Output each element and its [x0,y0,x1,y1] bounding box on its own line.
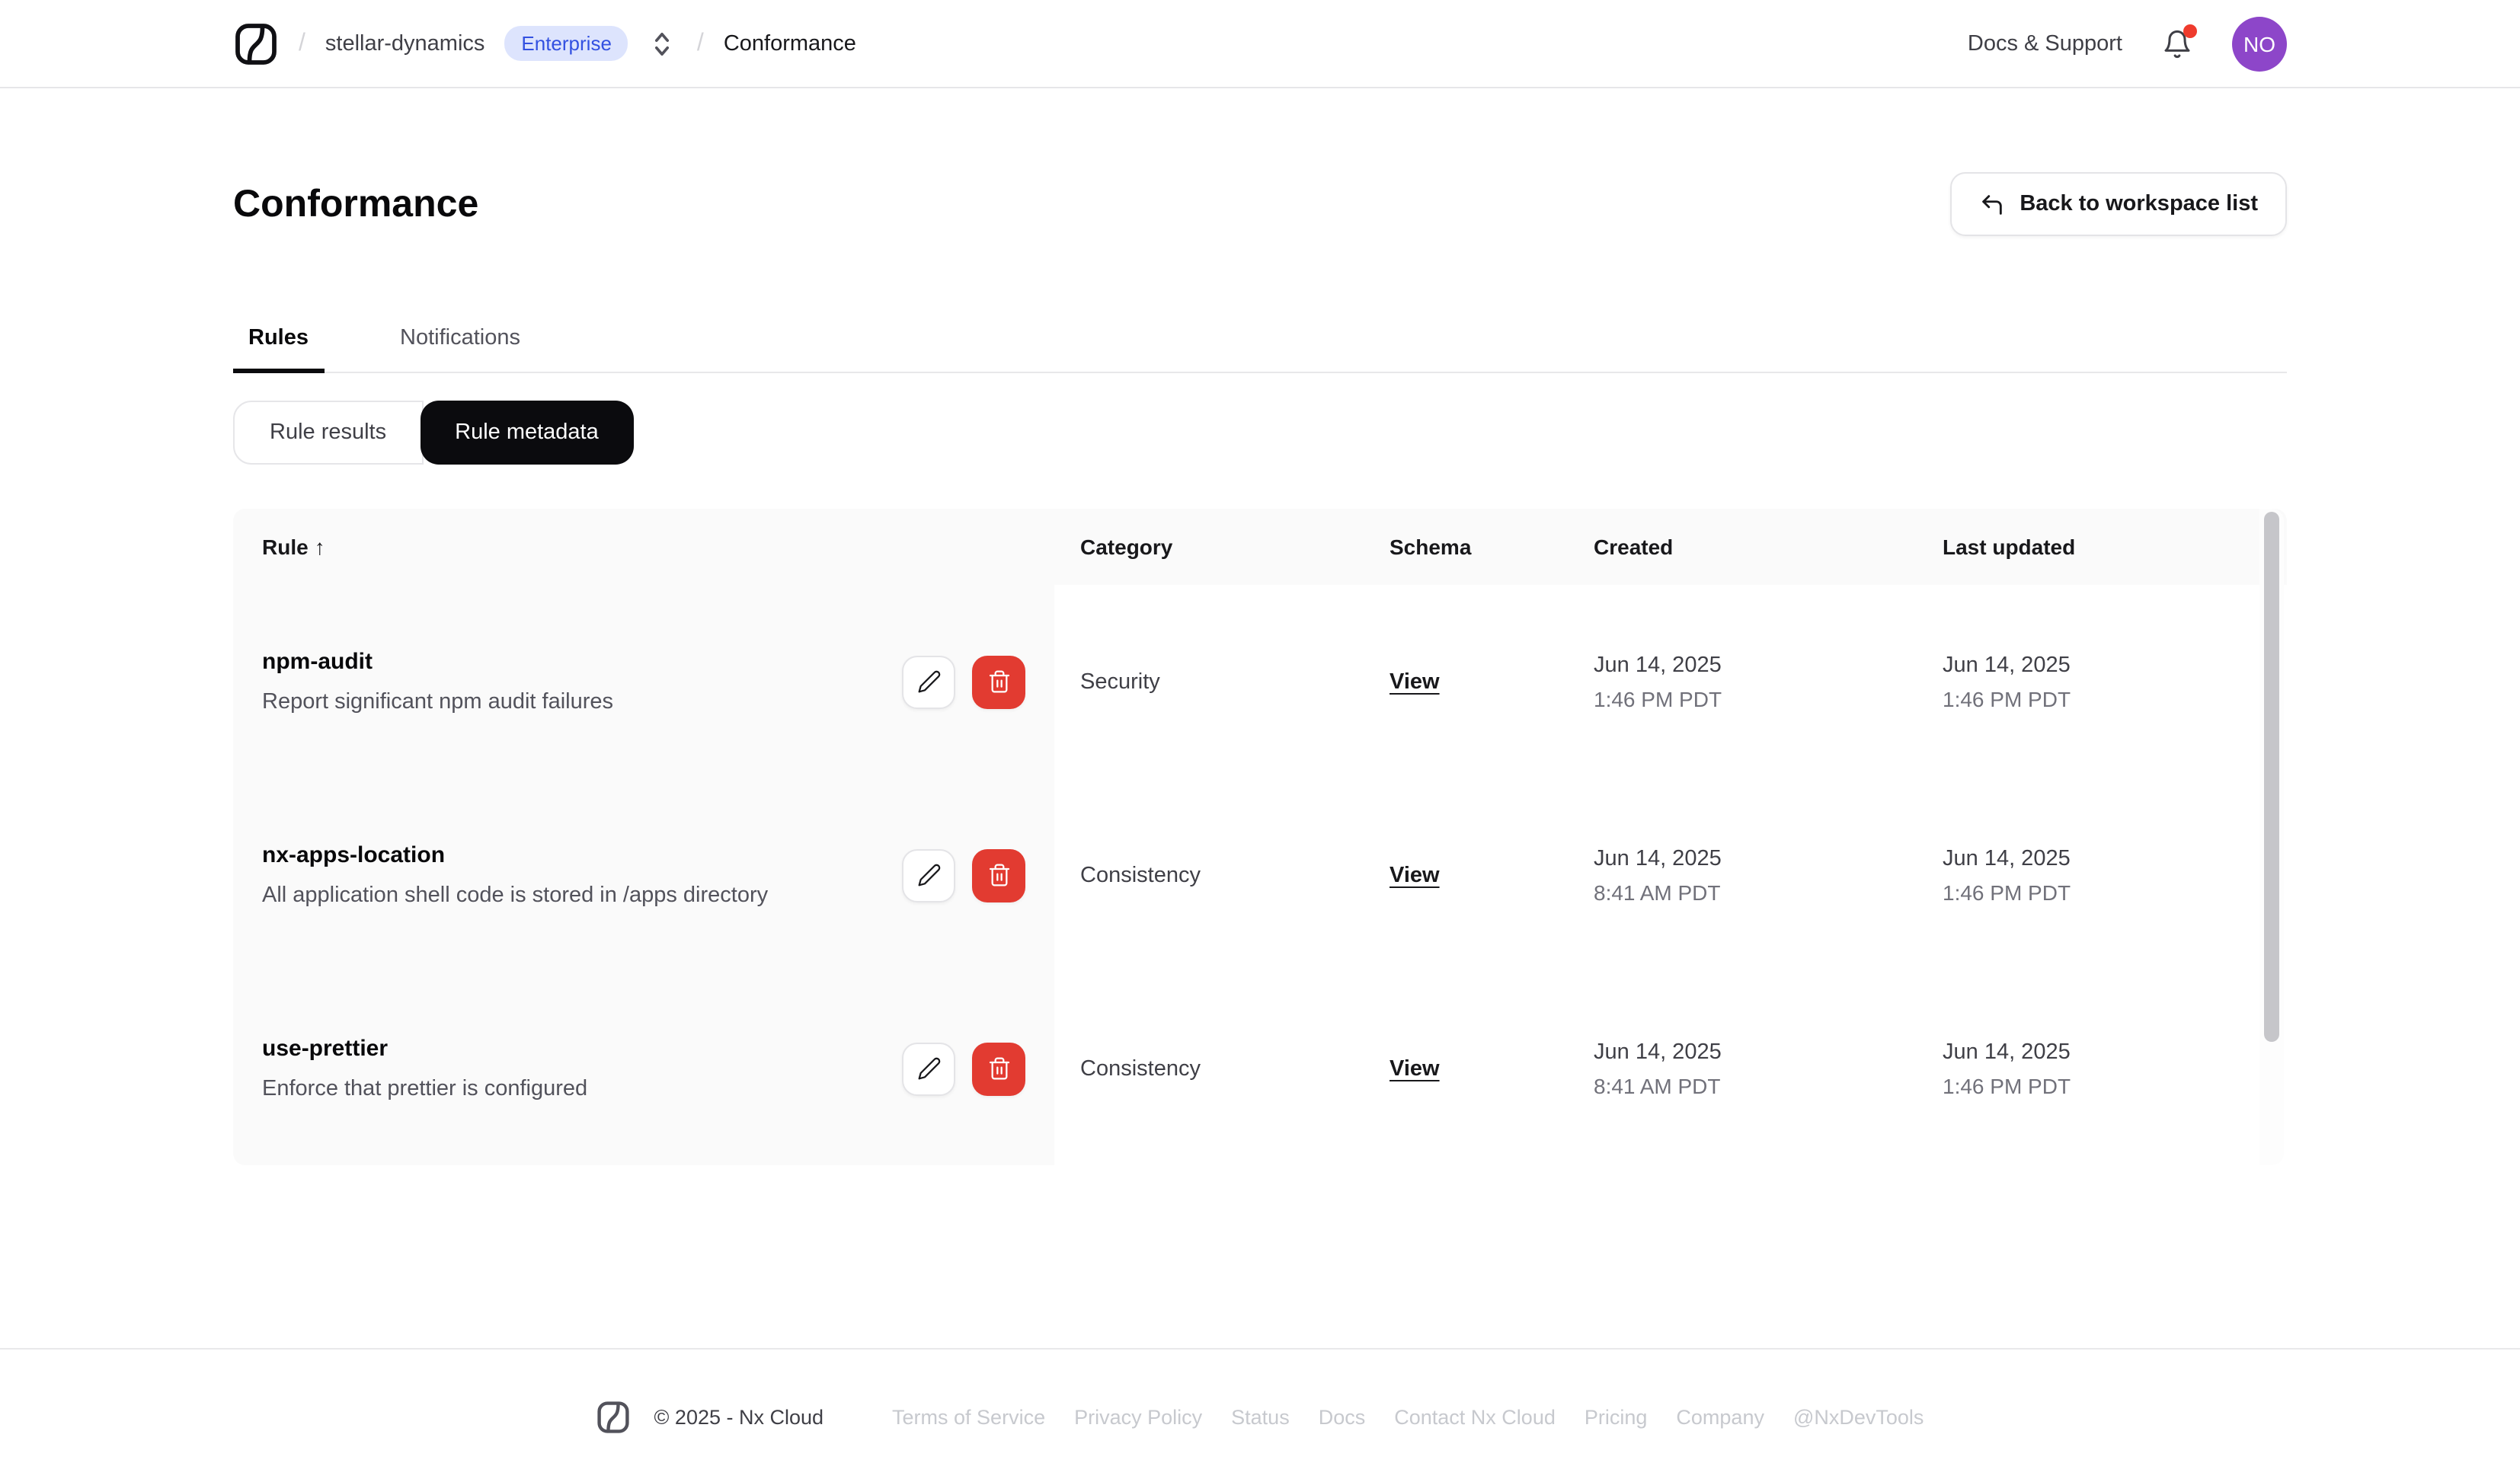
created-cell: Jun 14, 2025 8:41 AM PDT [1568,1040,1917,1097]
column-header-category: Category [1080,535,1173,559]
last-updated-cell: Jun 14, 2025 1:46 PM PDT [1917,1040,2287,1097]
breadcrumb-separator: / [299,30,305,56]
topbar: / stellar-dynamics Enterprise / Conforma… [0,0,2520,88]
updated-time: 1:46 PM PDT [1943,1073,2071,1097]
schema-cell: View [1364,669,1568,694]
category-cell: Security [1080,669,1160,694]
column-header-rule[interactable]: Rule ↑ [233,535,1054,559]
back-to-workspace-list-button[interactable]: Back to workspace list [1949,172,2287,236]
copyright-text: © 2025 - Nx Cloud [654,1406,824,1429]
tab-bar: Rules Notifications [233,326,2287,373]
footer-link[interactable]: Privacy Policy [1074,1406,1202,1429]
footer-link[interactable]: Status [1231,1406,1290,1429]
breadcrumb-current-page: Conformance [723,31,856,56]
updated-date: Jun 14, 2025 [1943,653,2071,677]
pencil-icon [917,670,940,693]
last-updated-cell: Jun 14, 2025 1:46 PM PDT [1917,846,2287,904]
footer-links: Terms of Service Privacy Policy Status D… [892,1406,1924,1429]
view-schema-link[interactable]: View [1390,863,1440,887]
created-cell: Jun 14, 2025 8:41 AM PDT [1568,846,1917,904]
edit-rule-button[interactable] [902,1042,955,1095]
category-cell: Consistency [1080,1056,1201,1081]
tab[interactable]: Notifications [385,326,536,373]
page: / stellar-dynamics Enterprise / Conforma… [0,0,2520,1479]
table-row: use-prettier Enforce that prettier is co… [233,972,2287,1165]
column-header-created: Created [1594,535,1674,559]
edit-rule-button[interactable] [902,848,955,902]
footer-link[interactable]: Terms of Service [892,1406,1045,1429]
rules-table: Rule ↑ Category Schema Created Last updat… [233,509,2287,1165]
created-date: Jun 14, 2025 [1594,846,1722,870]
row-actions [902,848,1025,902]
notifications-bell-button[interactable] [2162,24,2197,60]
column-header-schema: Schema [1390,535,1472,559]
page-title: Conformance [233,183,479,225]
footer-link[interactable]: Contact Nx Cloud [1394,1406,1556,1429]
nx-footer-logo-icon [597,1401,630,1433]
footer-link[interactable]: Company [1676,1406,1764,1429]
pencil-icon [917,1057,940,1080]
table-row: npm-audit Report significant npm audit f… [233,585,2287,778]
updated-date: Jun 14, 2025 [1943,1040,2071,1064]
created-time: 1:46 PM PDT [1594,686,1722,711]
table-body: npm-audit Report significant npm audit f… [233,585,2287,1165]
view-toggle-segment[interactable]: Rule metadata [420,401,634,465]
row-actions [902,1042,1025,1095]
created-date: Jun 14, 2025 [1594,1040,1722,1064]
breadcrumb-workspace[interactable]: stellar-dynamics [325,31,485,56]
created-cell: Jun 14, 2025 1:46 PM PDT [1568,653,1917,711]
trash-icon [988,1057,1009,1080]
delete-rule-button[interactable] [972,1042,1025,1095]
workspace-switcher-button[interactable] [648,27,677,60]
view-toggle-segment[interactable]: Rule results [233,401,424,465]
delete-rule-button[interactable] [972,848,1025,902]
delete-rule-button[interactable] [972,655,1025,708]
footer-link[interactable]: @NxDevTools [1793,1406,1924,1429]
trash-icon [988,670,1009,693]
row-actions [902,655,1025,708]
created-time: 8:41 AM PDT [1594,1073,1721,1097]
view-toggle: Rule results Rule metadata [233,401,2287,465]
nx-cloud-logo[interactable] [233,21,279,66]
created-time: 8:41 AM PDT [1594,880,1721,904]
back-button-label: Back to workspace list [2020,192,2258,216]
trash-icon [988,864,1009,886]
footer-link[interactable]: Pricing [1585,1406,1648,1429]
table-header: Rule ↑ Category Schema Created Last updat… [233,509,2287,585]
schema-cell: View [1364,1056,1568,1081]
nx-logo-icon [235,23,277,64]
main-content: Conformance Back to workspace list Rules… [233,172,2287,1165]
chevron-up-down-icon [655,32,670,55]
scrollbar-thumb[interactable] [2264,512,2279,1042]
updated-time: 1:46 PM PDT [1943,880,2071,904]
breadcrumb-separator: / [696,30,704,56]
view-schema-link[interactable]: View [1390,1056,1440,1081]
tab[interactable]: Rules [233,326,324,373]
pencil-icon [917,864,940,886]
schema-cell: View [1364,863,1568,887]
table-row: nx-apps-location All application shell c… [233,778,2287,972]
avatar[interactable]: NO [2232,16,2287,71]
updated-time: 1:46 PM PDT [1943,686,2071,711]
edit-rule-button[interactable] [902,655,955,708]
view-schema-link[interactable]: View [1390,669,1440,694]
updated-date: Jun 14, 2025 [1943,846,2071,870]
notification-dot [2183,24,2197,37]
sort-ascending-icon: ↑ [314,535,325,559]
created-date: Jun 14, 2025 [1594,653,1722,677]
breadcrumb: / stellar-dynamics Enterprise / Conforma… [233,21,856,66]
category-cell: Consistency [1080,863,1201,887]
last-updated-cell: Jun 14, 2025 1:46 PM PDT [1917,653,2287,711]
docs-support-link[interactable]: Docs & Support [1968,31,2122,56]
column-header-last-updated: Last updated [1943,535,2076,559]
corner-up-left-icon [1981,194,2002,214]
plan-badge: Enterprise [504,26,628,61]
scrollbar-track[interactable] [2259,509,2284,1165]
footer-link[interactable]: Docs [1319,1406,1366,1429]
footer: © 2025 - Nx Cloud Terms of Service Priva… [0,1348,2520,1435]
